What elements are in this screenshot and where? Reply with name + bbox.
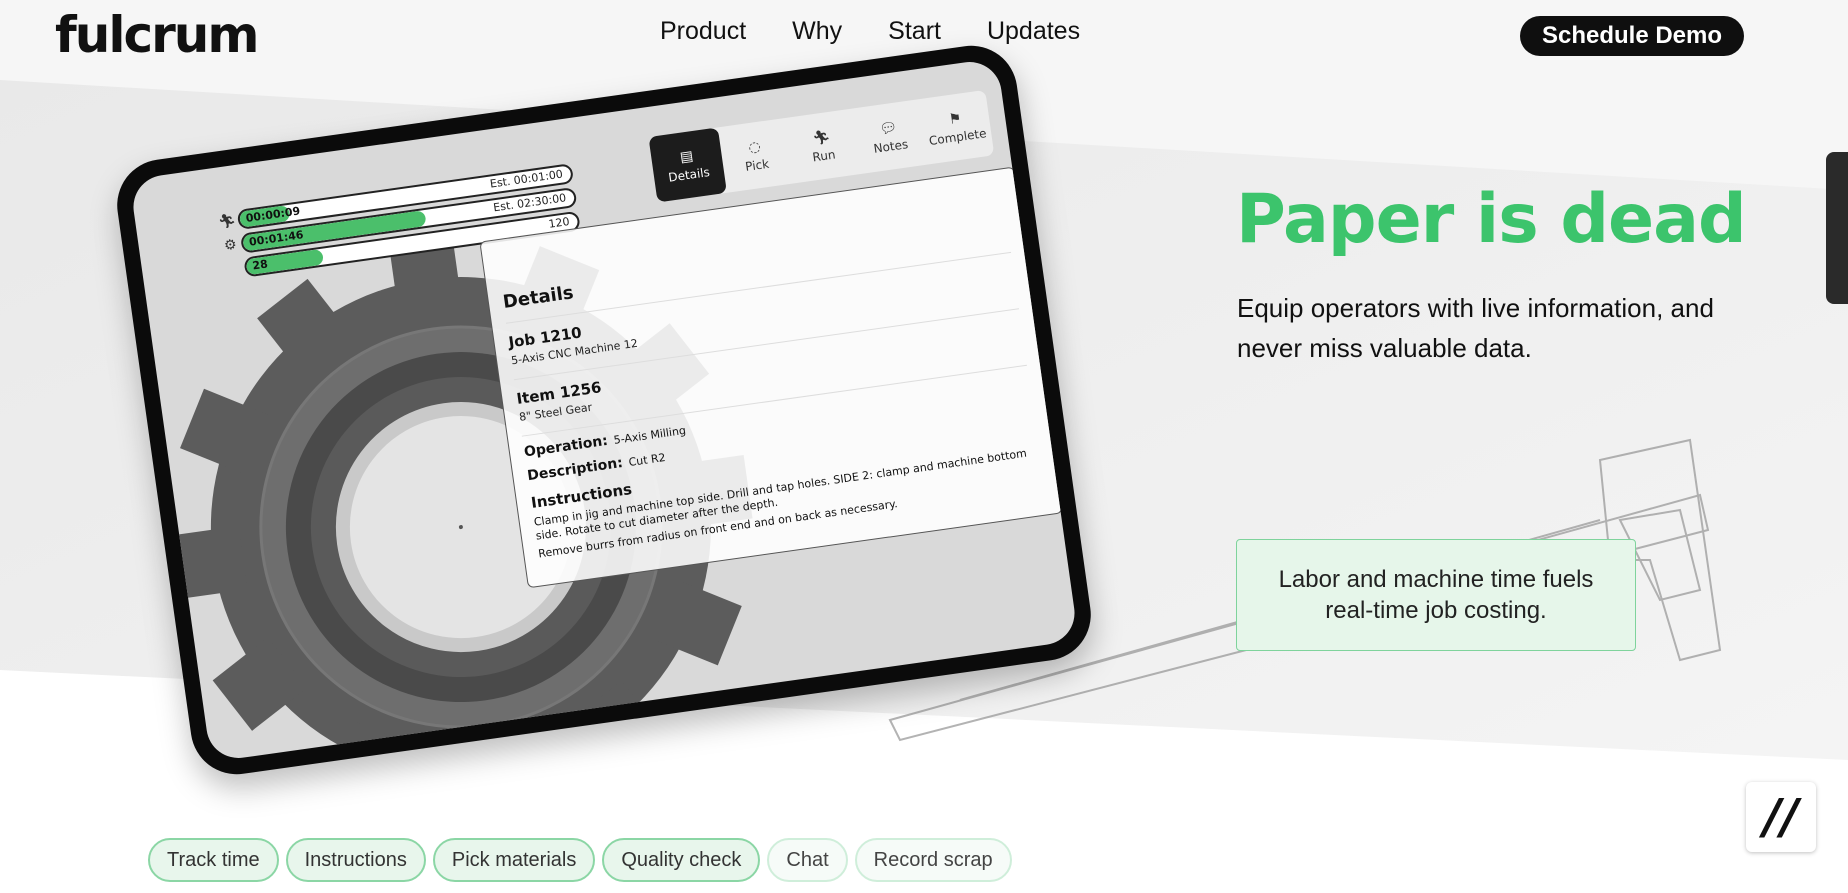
description-value: Cut R2 — [627, 450, 667, 470]
run-icon: 🏃︎ — [811, 128, 832, 147]
operation-value: 5-Axis Milling — [612, 423, 687, 447]
machine-time-estimate: Est. 02:30:00 — [492, 191, 567, 215]
tablet-screen: 🏃︎ 00:00:09 Est. 00:01:00 ⚙ 00:01:46 Est… — [129, 57, 1079, 763]
chip-chat[interactable]: Chat — [767, 838, 848, 882]
nav-why[interactable]: Why — [792, 17, 842, 46]
feature-chips: Track time Instructions Pick materials Q… — [148, 838, 1012, 882]
tablet-mockup: 🏃︎ 00:00:09 Est. 00:01:00 ⚙ 00:01:46 Est… — [111, 39, 1097, 781]
pick-icon: ◌ — [747, 138, 762, 156]
gears-icon: ⚙ — [223, 236, 238, 255]
run-time-estimate: Est. 00:01:00 — [489, 167, 564, 191]
tab-pick-label: Pick — [744, 156, 770, 174]
tab-notes-label: Notes — [872, 136, 909, 156]
tab-details[interactable]: ▤ Details — [648, 127, 727, 203]
tab-details-label: Details — [667, 164, 711, 185]
hero-title: Paper is dead — [1236, 180, 1747, 259]
side-toolbar[interactable] — [1826, 152, 1848, 304]
details-icon: ▤ — [678, 147, 695, 166]
details-panel: Details Job 1210 5-Axis CNC Machine 12 I… — [479, 166, 1063, 589]
schedule-demo-button[interactable]: Schedule Demo — [1520, 16, 1744, 56]
feature-callout: Labor and machine time fuels real-time j… — [1236, 539, 1636, 651]
flag-icon: ⚑ — [947, 110, 963, 128]
hero-subtitle: Equip operators with live information, a… — [1237, 293, 1714, 363]
chip-record-scrap[interactable]: Record scrap — [854, 838, 1012, 882]
runner-icon: 🏃︎ — [217, 212, 238, 231]
chip-track-time[interactable]: Track time — [148, 838, 279, 882]
main-nav: Product Why Start Updates — [660, 17, 1080, 46]
slash-widget-button[interactable]: // — [1746, 782, 1816, 852]
nav-product[interactable]: Product — [660, 17, 746, 46]
notes-icon: 💬︎ — [878, 119, 899, 138]
operation-label: Operation: — [523, 432, 609, 461]
nav-updates[interactable]: Updates — [987, 17, 1080, 46]
chip-quality-check[interactable]: Quality check — [602, 838, 761, 882]
brand-logo[interactable]: fulcrum — [55, 6, 259, 64]
nav-start[interactable]: Start — [888, 17, 941, 46]
tab-run[interactable]: 🏃︎ Run — [785, 109, 861, 184]
chip-instructions[interactable]: Instructions — [285, 838, 426, 882]
tab-pick[interactable]: ◌ Pick — [718, 118, 794, 193]
count-value: 28 — [251, 257, 269, 273]
tab-complete[interactable]: ⚑ Complete — [918, 90, 994, 165]
tab-run-label: Run — [811, 146, 837, 164]
tab-complete-label: Complete — [928, 125, 988, 148]
description-label: Description: — [526, 454, 624, 485]
tab-notes[interactable]: 💬︎ Notes — [851, 99, 927, 174]
count-icon — [223, 268, 245, 271]
chip-pick-materials[interactable]: Pick materials — [432, 838, 596, 882]
